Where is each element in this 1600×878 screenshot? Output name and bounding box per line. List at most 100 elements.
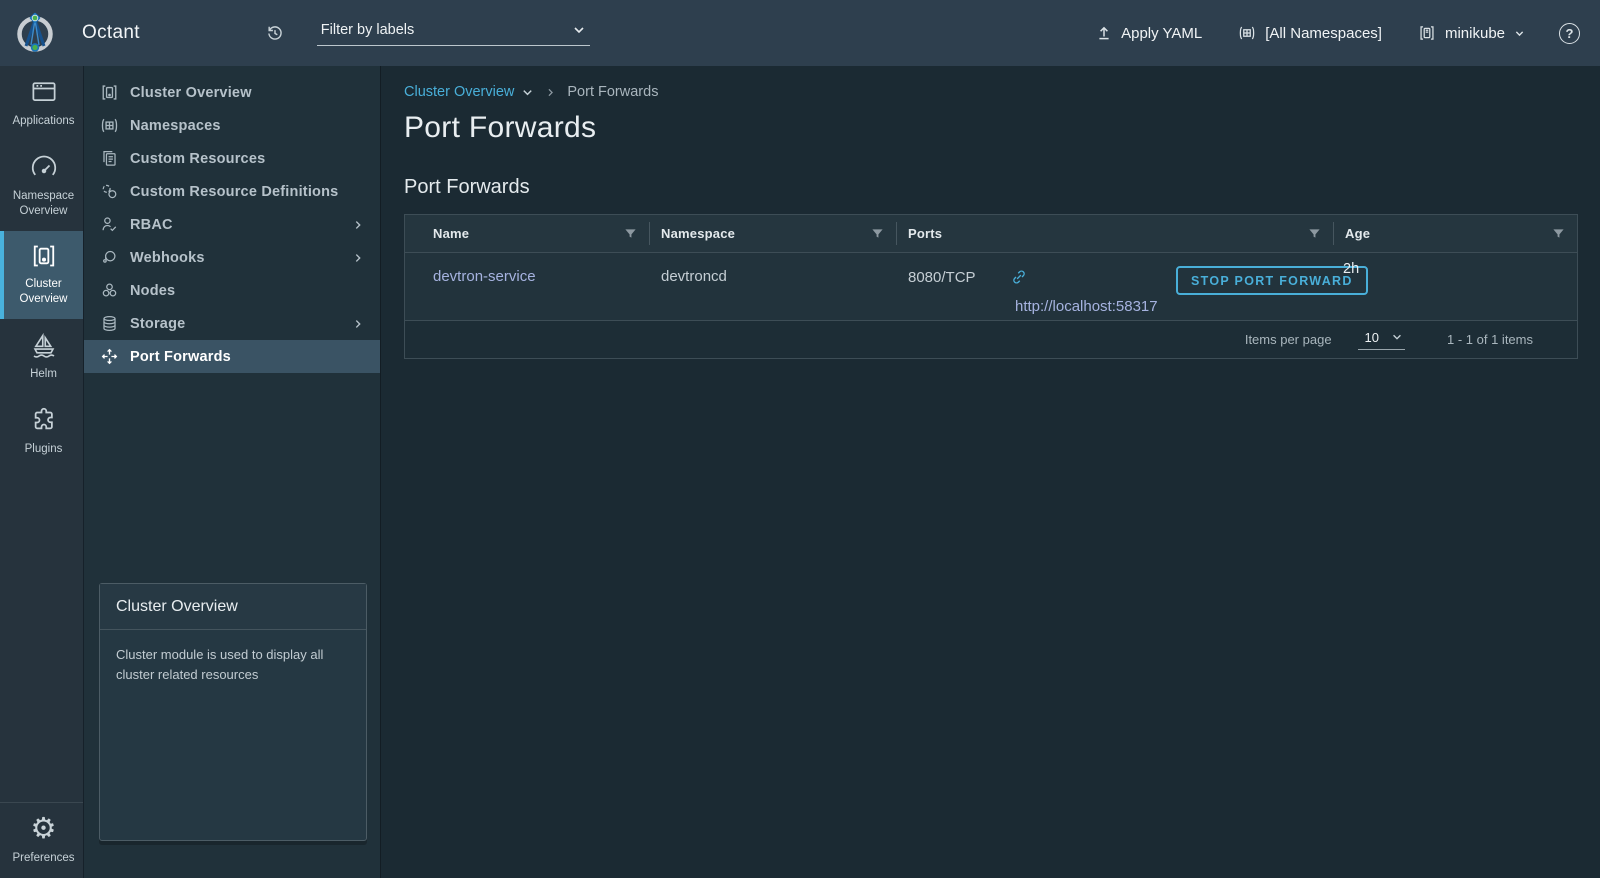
column-header-name[interactable]: Name: [405, 215, 649, 252]
linked-circles-icon: [100, 182, 119, 201]
sidebar-item-storage[interactable]: Storage: [84, 307, 380, 340]
port-forwards-table: Name Namespace Ports Age devtron-service…: [404, 214, 1578, 359]
sidebar-nav: Cluster Overview Namespaces Custom Resou…: [84, 66, 380, 373]
filter-funnel-icon[interactable]: [1552, 227, 1565, 240]
info-card-description: Cluster module is used to display all cl…: [116, 647, 324, 682]
breadcrumb-parent-link[interactable]: Cluster Overview: [404, 84, 534, 100]
rail-item-label: Applications: [12, 115, 75, 127]
items-per-page-select[interactable]: 10: [1357, 330, 1406, 350]
rail-item-applications[interactable]: Applications: [0, 66, 83, 141]
items-per-page-label: Items per page: [1244, 332, 1332, 347]
port-forward-name-link[interactable]: devtron-service: [433, 268, 536, 285]
documents-stack-icon: [100, 149, 119, 168]
sidebar-item-nodes[interactable]: Nodes: [84, 274, 380, 307]
gauge-icon: [29, 152, 59, 182]
table-footer: Items per page 10 1 - 1 of 1 items: [405, 320, 1577, 358]
chevron-right-icon[interactable]: [352, 252, 364, 264]
filter-funnel-icon[interactable]: [871, 227, 884, 240]
sidebar-item-label: Namespaces: [130, 117, 221, 134]
rail-item-helm[interactable]: Helm: [0, 319, 83, 394]
help-icon[interactable]: ?: [1559, 22, 1580, 44]
app-header: Octant Filter by labels Apply YAML [All …: [0, 0, 1600, 66]
cluster-overview-icon: [30, 242, 58, 270]
nodes-icon: [100, 281, 119, 300]
rail-item-label: Helm: [30, 367, 57, 380]
upload-icon: [1096, 25, 1112, 41]
rail-item-label: Cluster Overview: [19, 277, 68, 305]
module-info-card: Cluster Overview Cluster module is used …: [99, 583, 367, 841]
filter-placeholder: Filter by labels: [320, 22, 415, 38]
page-title: Port Forwards: [404, 111, 597, 144]
sidebar-item-label: Nodes: [130, 282, 176, 299]
chevron-right-icon[interactable]: [352, 318, 364, 330]
rail-item-plugins[interactable]: Plugins: [0, 394, 83, 469]
table-header: Name Namespace Ports Age: [405, 215, 1577, 252]
pagination-range: 1 - 1 of 1 items: [1447, 332, 1533, 347]
octant-logo-icon[interactable]: [13, 11, 57, 55]
main-content: Cluster Overview Port Forwards Port Forw…: [382, 66, 1600, 878]
chevron-right-icon[interactable]: [352, 219, 364, 231]
filter-by-labels-input[interactable]: Filter by labels: [316, 20, 590, 46]
sidebar-item-label: RBAC: [130, 216, 173, 233]
chevron-right-icon: [545, 87, 556, 98]
column-header-ports[interactable]: Ports: [896, 215, 1333, 252]
sidebar-item-label: Cluster Overview: [130, 84, 252, 101]
sidebar-item-cluster-overview[interactable]: Cluster Overview: [84, 76, 380, 109]
namespace-selector[interactable]: [All Namespaces]: [1238, 24, 1382, 42]
sidebar-item-label: Custom Resources: [130, 150, 266, 167]
sidebar-item-label: Port Forwards: [130, 348, 231, 365]
history-icon[interactable]: [265, 23, 285, 43]
module-rail: Applications Namespace Overview Cluster …: [0, 66, 84, 878]
column-header-age[interactable]: Age: [1333, 215, 1577, 252]
sidebar-item-custom-resources[interactable]: Custom Resources: [84, 142, 380, 175]
column-header-namespace[interactable]: Namespace: [649, 215, 896, 252]
table-row: devtron-service devtroncd 8080/TCP http:…: [405, 252, 1577, 320]
apply-yaml-label: Apply YAML: [1121, 24, 1203, 42]
stop-port-forward-button[interactable]: STOP PORT FORWARD: [1176, 266, 1368, 295]
sailboat-icon: [29, 330, 59, 360]
chevron-down-icon[interactable]: [521, 86, 534, 99]
column-label: Age: [1345, 226, 1371, 241]
port-forward-url-link[interactable]: http://localhost:58317: [1015, 298, 1158, 315]
sidebar-item-custom-resource-definitions[interactable]: Custom Resource Definitions: [84, 175, 380, 208]
port-value: 8080/TCP: [908, 268, 976, 286]
database-icon: [100, 314, 119, 333]
sidebar-item-port-forwards[interactable]: Port Forwards: [84, 340, 380, 373]
age-value: 2h: [1343, 261, 1360, 277]
sidebar-item-rbac[interactable]: RBAC: [84, 208, 380, 241]
rail-item-namespace-overview[interactable]: Namespace Overview: [0, 141, 83, 231]
namespace-value: devtroncd: [661, 268, 727, 285]
rail-item-label: Preferences: [12, 852, 75, 865]
port-forward-arrows-icon: [100, 347, 119, 366]
sidebar-item-label: Custom Resource Definitions: [130, 183, 339, 200]
user-check-icon: [100, 215, 119, 234]
sidebar-item-webhooks[interactable]: Webhooks: [84, 241, 380, 274]
filter-funnel-icon[interactable]: [624, 227, 637, 240]
cluster-overview-icon: [100, 83, 119, 102]
gear-icon: ⚙: [30, 813, 57, 846]
namespaces-icon: [1238, 24, 1256, 42]
rail-item-cluster-overview[interactable]: Cluster Overview: [0, 230, 83, 319]
namespaces-icon: [100, 116, 119, 135]
module-sidebar: Cluster Overview Namespaces Custom Resou…: [84, 66, 381, 878]
column-label: Ports: [908, 226, 943, 241]
cell-age: [1333, 253, 1577, 320]
chevron-down-icon: [1514, 28, 1525, 39]
rail-spacer: [0, 469, 83, 803]
link-chain-icon[interactable]: [1010, 268, 1028, 286]
app-title: Octant: [82, 22, 140, 43]
rail-item-preferences[interactable]: ⚙ Preferences: [0, 803, 83, 878]
chevron-down-icon[interactable]: [572, 23, 586, 37]
applications-icon: [29, 77, 59, 107]
breadcrumb-parent-label: Cluster Overview: [404, 84, 515, 100]
context-selector[interactable]: minikube: [1418, 24, 1525, 42]
cluster-icon: [1418, 24, 1436, 42]
apply-yaml-button[interactable]: Apply YAML: [1096, 25, 1202, 42]
section-title: Port Forwards: [404, 176, 530, 198]
chevron-down-icon: [1391, 331, 1403, 343]
header-actions: Apply YAML [All Namespaces] minikube ?: [1060, 22, 1580, 44]
breadcrumb: Cluster Overview Port Forwards: [404, 84, 1578, 100]
filter-funnel-icon[interactable]: [1308, 227, 1321, 240]
sidebar-item-namespaces[interactable]: Namespaces: [84, 109, 380, 142]
column-label: Namespace: [661, 226, 736, 241]
